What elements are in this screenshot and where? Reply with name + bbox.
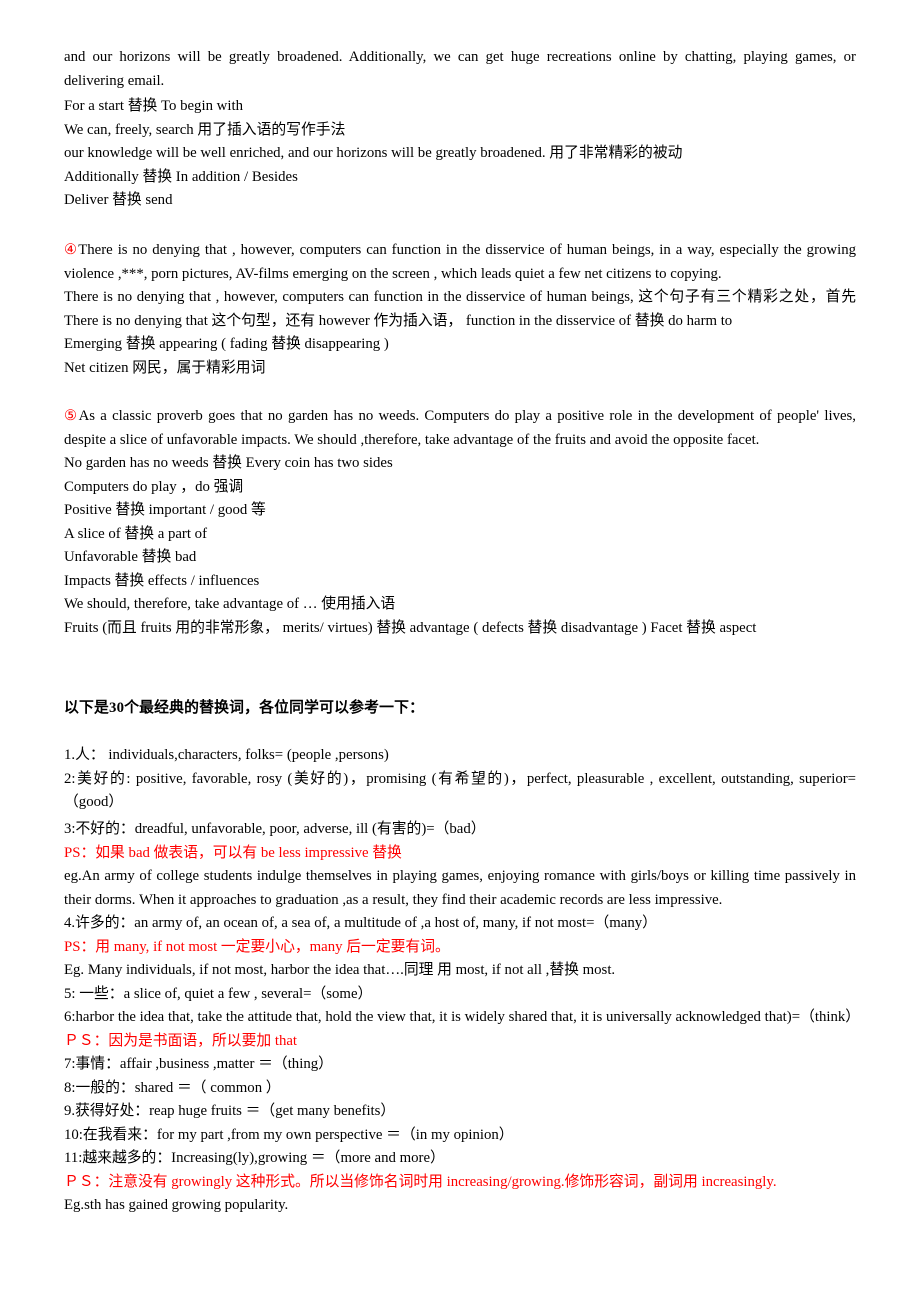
section-four-note-3: Net citizen 网民，属于精彩用词 <box>64 359 266 376</box>
top-section: and our horizons will be greatly broaden… <box>64 46 856 93</box>
circled-number-4: ④ <box>64 242 79 258</box>
page-title: 以下是30个最经典的替换词，各位同学可以参考一下： <box>64 700 425 716</box>
list-item-11-ps: ＰＳ：注意没有 growingly 这种形式。所以当修饰名词时用 increas… <box>64 1173 777 1190</box>
section-five-note-5: Unfavorable 替换 bad <box>64 549 197 565</box>
list-item-11: 11:越来越多的：Increasing(ly),growing ＝（more a… <box>64 1150 445 1166</box>
section-four-note-1: There is no denying that , however, comp… <box>64 289 856 329</box>
list-item-11-example: Eg.sth has gained growing popularity. <box>64 1197 289 1213</box>
section-four-text: There is no denying that , however, comp… <box>64 242 856 282</box>
section-five-text: As a classic proverb goes that no garden… <box>64 408 856 448</box>
section-five-paragraph: ⑤As a classic proverb goes that no garde… <box>64 405 856 452</box>
section-five: ⑤As a classic proverb goes that no garde… <box>64 405 856 640</box>
section-four: ④There is no denying that , however, com… <box>64 239 856 380</box>
section-five-note-4: A slice of 替换 a part of <box>64 525 207 542</box>
list-item-10: 10:在我看来：for my part ,from my own perspec… <box>64 1126 514 1143</box>
section-five-note-7: We should, therefore, take advantage of … <box>64 596 396 612</box>
section-four-note-2: Emerging 替换 appearing ( fading 替换 disapp… <box>64 336 389 352</box>
list-item-3-ps-visible: PS：如果 bad 做表语，可以有 be less impressive 替换 <box>64 844 402 861</box>
section-four-paragraph: ④There is no denying that , however, com… <box>64 239 856 286</box>
circled-number-5: ⑤ <box>64 408 79 424</box>
top-note-2: We can, freely, search 用了插入语的写作手法 <box>64 121 346 138</box>
section-five-note-2: Computers do play ，do 强调 <box>64 478 244 495</box>
list-item-3: 3:不好的：dreadful, unfavorable, poor, adver… <box>64 821 486 837</box>
list-item-7: 7:事情：affair ,business ,matter ＝（thing） <box>64 1056 333 1072</box>
document-page: and our horizons will be greatly broaden… <box>0 0 920 1302</box>
list-item-8: 8:一般的：shared ＝（ common ） <box>64 1079 281 1096</box>
list-item-4-ps: PS：用 many, if not most 一定要小心，many 后一定要有词… <box>64 938 450 955</box>
list-item-9: 9.获得好处：reap huge fruits ＝（get many benef… <box>64 1103 396 1119</box>
section-five-note-8: Fruits (而且 fruits 用的非常形象， merits/ virtue… <box>64 619 757 636</box>
list-item-3-example: eg.An army of college students indulge t… <box>64 868 856 908</box>
list-item-5: 5: 一些：a slice of, quiet a few , several=… <box>64 985 373 1002</box>
top-note-1: For a start 替换 To begin with <box>64 98 243 114</box>
list-item-6: 6:harbor the idea that, take the attitud… <box>64 1009 861 1025</box>
top-note-5: Deliver 替换 send <box>64 192 173 208</box>
list-item-4-example: Eg. Many individuals, if not most, harbo… <box>64 962 616 978</box>
list-item-1: 1.人： individuals,characters, folks= (peo… <box>64 747 389 763</box>
word-list-continued: 3:不好的：dreadful, unfavorable, poor, adver… <box>64 818 861 1218</box>
top-notes-list: For a start 替换 To begin with We can, fre… <box>64 95 856 213</box>
top-paragraph: and our horizons will be greatly broaden… <box>64 49 856 89</box>
list-heading-block: 以下是30个最经典的替换词，各位同学可以参考一下： <box>64 697 856 721</box>
top-note-4: Additionally 替换 In addition / Besides <box>64 168 298 185</box>
section-five-note-6: Impacts 替换 effects / influences <box>64 572 260 589</box>
word-list: 1.人： individuals,characters, folks= (peo… <box>64 744 856 815</box>
list-item-2: 2:美好的: positive, favorable, rosy (美好的)，p… <box>64 770 856 811</box>
section-five-note-1: No garden has no weeds 替换 Every coin has… <box>64 455 393 471</box>
list-item-4: 4.许多的：an army of, an ocean of, a sea of,… <box>64 915 657 931</box>
list-item-6-ps: ＰＳ：因为是书面语，所以要加 that <box>64 1032 298 1049</box>
top-note-3: our knowledge will be well enriched, and… <box>64 145 683 161</box>
section-five-note-3: Positive 替换 important / good 等 <box>64 502 266 518</box>
